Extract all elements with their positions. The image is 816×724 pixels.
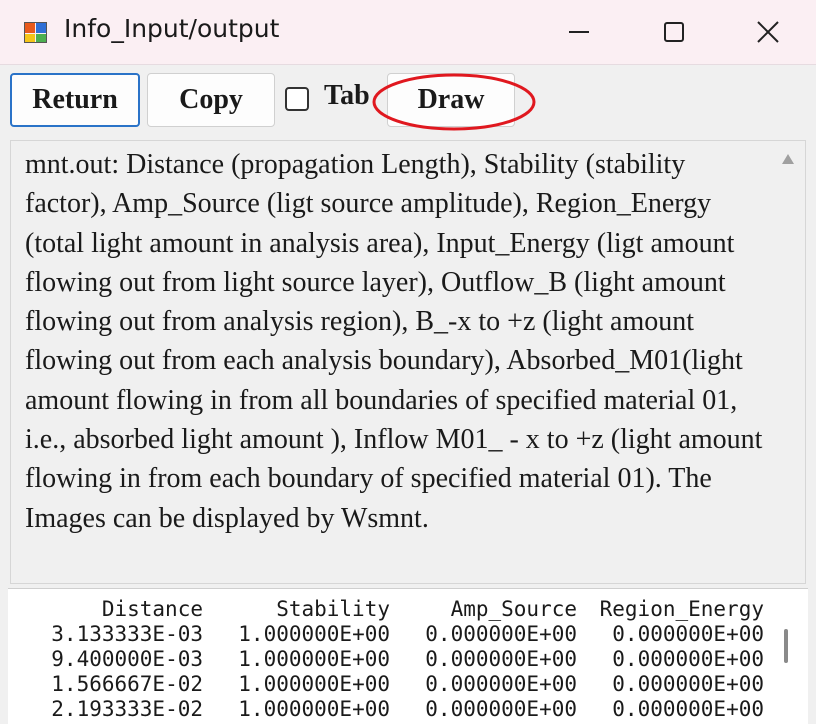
table-cell: 0.000000E+00 — [425, 647, 577, 671]
table-cell: 1.000000E+00 — [238, 622, 390, 646]
close-icon[interactable] — [748, 12, 788, 52]
table-row: 1.566667E-02 1.000000E+00 0.000000E+00 0… — [8, 672, 808, 697]
window-title: Info_Input/output — [64, 14, 280, 43]
info-scrollbar[interactable] — [771, 141, 805, 583]
column-header: Amp_Source — [450, 597, 577, 621]
table-scroll-thumb[interactable] — [784, 629, 788, 663]
tab-checkbox-label: Tab — [324, 80, 370, 111]
copy-button[interactable]: Copy — [147, 73, 275, 127]
maximize-icon[interactable] — [654, 12, 694, 52]
table-cell: 1.000000E+00 — [238, 697, 390, 721]
minimize-icon[interactable] — [556, 12, 596, 52]
table-cell: 0.000000E+00 — [612, 622, 764, 646]
toolbar: Return Copy Tab Draw — [0, 64, 816, 138]
table-cell: 9.400000E-03 — [51, 647, 203, 671]
info-text: mnt.out: Distance (propagation Length), … — [25, 149, 763, 534]
info-textbox[interactable]: mnt.out: Distance (propagation Length), … — [10, 140, 806, 584]
column-header: Stability — [276, 597, 390, 621]
table-row: 2.193333E-02 1.000000E+00 0.000000E+00 0… — [8, 697, 808, 722]
table-row: 3.133333E-03 1.000000E+00 0.000000E+00 0… — [8, 622, 808, 647]
table-cell: 1.000000E+00 — [238, 647, 390, 671]
draw-button[interactable]: Draw — [387, 73, 515, 127]
column-header: Region_Energy — [599, 597, 764, 621]
table-header: Distance Stability Amp_Source Region_Ene… — [8, 597, 808, 622]
tab-checkbox[interactable] — [285, 87, 309, 111]
table-row: 9.400000E-03 1.000000E+00 0.000000E+00 0… — [8, 647, 808, 672]
table-cell: 3.133333E-03 — [51, 622, 203, 646]
title-bar: Info_Input/output — [0, 0, 816, 65]
table-cell: 0.000000E+00 — [612, 697, 764, 721]
return-button[interactable]: Return — [10, 73, 140, 127]
table-cell: 0.000000E+00 — [425, 622, 577, 646]
column-header: Distance — [101, 597, 203, 621]
table-cell: 0.000000E+00 — [612, 672, 764, 696]
table-cell: 1.566667E-02 — [51, 672, 203, 696]
app-icon — [24, 20, 48, 44]
table-cell: 0.000000E+00 — [425, 697, 577, 721]
table-cell: 1.000000E+00 — [238, 672, 390, 696]
output-data-table[interactable]: Distance Stability Amp_Source Region_Ene… — [8, 588, 808, 724]
table-cell: 0.000000E+00 — [612, 647, 764, 671]
scroll-up-arrow-icon[interactable] — [781, 153, 795, 165]
table-cell: 0.000000E+00 — [425, 672, 577, 696]
table-cell: 2.193333E-02 — [51, 697, 203, 721]
